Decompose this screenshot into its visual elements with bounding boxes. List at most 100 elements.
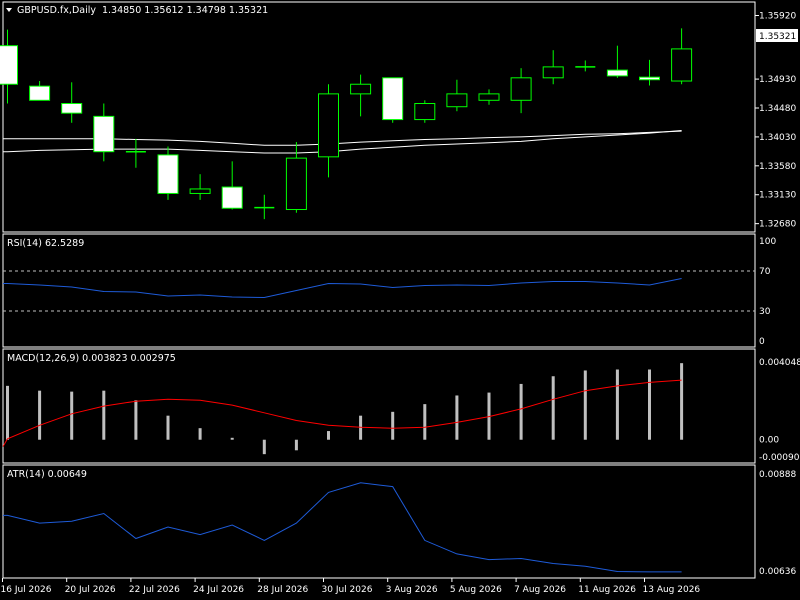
- macd-histogram-bar: [455, 395, 459, 440]
- atr-indicator: 0.00888 0.00636: [3, 470, 796, 577]
- macd-histogram-bar: [166, 415, 170, 440]
- candle[interactable]: [61, 82, 83, 123]
- macd-histogram-bar: [70, 391, 74, 440]
- candle-body: [639, 76, 660, 81]
- ohlc-values: 1.34850 1.35612 1.34798 1.35321: [102, 5, 268, 16]
- candle-body: [414, 103, 436, 121]
- candle-body: [189, 188, 211, 194]
- timeframe-name: Daily: [72, 5, 96, 16]
- date-tick-label: 22 Jul 2026: [129, 585, 180, 595]
- candle-body: [478, 93, 500, 101]
- macd-title: MACD(12,26,9) 0.003823 0.002975: [7, 353, 176, 364]
- candle[interactable]: [221, 161, 243, 210]
- macd-histogram-bar: [102, 390, 106, 440]
- date-tick-label: 11 Aug 2026: [578, 585, 636, 595]
- current-price-label: 1.35321: [759, 32, 796, 42]
- macd-tick-label: 0.004048: [759, 358, 800, 368]
- candle[interactable]: [29, 81, 51, 101]
- date-tick-label: 16 Jul 2026: [1, 585, 52, 595]
- macd-histogram-bar: [648, 369, 651, 440]
- macd-histogram-bar: [38, 390, 42, 440]
- price-tick-label: 1.34930: [759, 75, 796, 85]
- price-panel-frame: [2, 1, 756, 233]
- candle[interactable]: [510, 68, 532, 114]
- atr-tick-label: 0.00636: [759, 567, 796, 577]
- chart-symbol: GBPUSD.fx,Daily 1.34850 1.35612 1.34798 1…: [17, 5, 268, 16]
- candle-body: [446, 93, 468, 108]
- candle-body: [510, 77, 532, 101]
- candlesticks[interactable]: [0, 28, 693, 220]
- macd-histogram-bar: [6, 385, 9, 440]
- candle-body: [382, 77, 404, 121]
- candle[interactable]: [575, 60, 596, 72]
- date-tick-label: 28 Jul 2026: [257, 585, 308, 595]
- atr-tick-label: 0.00888: [759, 470, 796, 480]
- candle[interactable]: [93, 103, 115, 162]
- rsi-tick-label: 100: [759, 237, 776, 247]
- price-tick-label: 1.33130: [759, 191, 796, 201]
- price-tick-label: 1.34030: [759, 133, 796, 143]
- price-tick-label: 1.32680: [759, 220, 796, 230]
- rsi-panel-frame: [2, 233, 756, 348]
- macd-indicator: 0.004048 0.00 -0.000908: [2, 358, 800, 463]
- date-tick-label: 20 Jul 2026: [65, 585, 116, 595]
- macd-histogram-bar: [519, 383, 523, 440]
- candle-body: [606, 69, 628, 77]
- symbol-name: GBPUSD.fx: [17, 5, 69, 16]
- candle[interactable]: [350, 74, 372, 117]
- macd-histogram-bar: [615, 369, 619, 440]
- macd-histogram-bar: [327, 431, 330, 440]
- candle[interactable]: [157, 146, 179, 200]
- rsi-title: RSI(14) 62.5289: [7, 238, 84, 249]
- date-tick-label: 7 Aug 2026: [514, 585, 566, 595]
- candle-body: [93, 115, 115, 153]
- candle[interactable]: [254, 194, 275, 220]
- date-tick-label: 13 Aug 2026: [643, 585, 701, 595]
- macd-histogram-bar: [423, 404, 427, 440]
- macd-tick-label: -0.000908: [759, 453, 800, 463]
- candle[interactable]: [542, 50, 564, 85]
- price-tick-label: 1.33580: [759, 162, 796, 172]
- candle[interactable]: [414, 100, 436, 123]
- price-tick-label: 1.34480: [759, 104, 796, 114]
- candle-body: [285, 157, 307, 211]
- trading-chart[interactable]: 1.35920 1.34930 1.34480 1.34030 1.33580 1.331…: [0, 0, 800, 600]
- macd-histogram-bar: [294, 439, 298, 451]
- candle[interactable]: [189, 174, 211, 200]
- candle-body: [157, 154, 179, 194]
- triangle-down-icon[interactable]: [6, 8, 12, 12]
- candle-body: [542, 66, 564, 79]
- macd-panel-frame: [2, 348, 756, 464]
- candle[interactable]: [671, 28, 693, 85]
- candle-body: [350, 83, 372, 95]
- macd-histogram-bar: [391, 411, 395, 440]
- candle[interactable]: [478, 89, 500, 105]
- candle-body: [29, 85, 51, 101]
- candle-body: [0, 45, 18, 85]
- rsi-tick-label: 0: [759, 337, 765, 347]
- candle[interactable]: [382, 77, 404, 123]
- macd-histogram-bar: [583, 370, 587, 440]
- candle[interactable]: [639, 59, 660, 86]
- candle[interactable]: [125, 138, 146, 168]
- date-tick-label: 30 Jul 2026: [322, 585, 373, 595]
- rsi-tick-label: 30: [759, 307, 771, 317]
- candle[interactable]: [318, 84, 339, 178]
- macd-tick-label: 0.00: [759, 436, 779, 446]
- price-tick-label: 1.35920: [759, 11, 796, 21]
- date-axis: 16 Jul 2026 20 Jul 2026 22 Jul 2026 24 Jul …: [1, 578, 701, 595]
- macd-histogram-bar: [551, 376, 555, 440]
- atr-line: [3, 482, 682, 573]
- candle-body: [61, 103, 83, 114]
- price-axis: 1.35920 1.34930 1.34480 1.34030 1.33580 1.331…: [755, 11, 796, 230]
- candle[interactable]: [606, 45, 628, 78]
- macd-histogram-bar: [230, 437, 234, 440]
- atr-title: ATR(14) 0.00649: [7, 469, 87, 480]
- candle-body: [318, 93, 339, 158]
- macd-histogram-bar: [262, 439, 266, 455]
- candle-body: [671, 48, 693, 82]
- candle[interactable]: [446, 79, 468, 112]
- macd-histogram-bar: [680, 363, 684, 440]
- candle-body: [221, 186, 243, 209]
- macd-histogram-bar: [198, 428, 202, 440]
